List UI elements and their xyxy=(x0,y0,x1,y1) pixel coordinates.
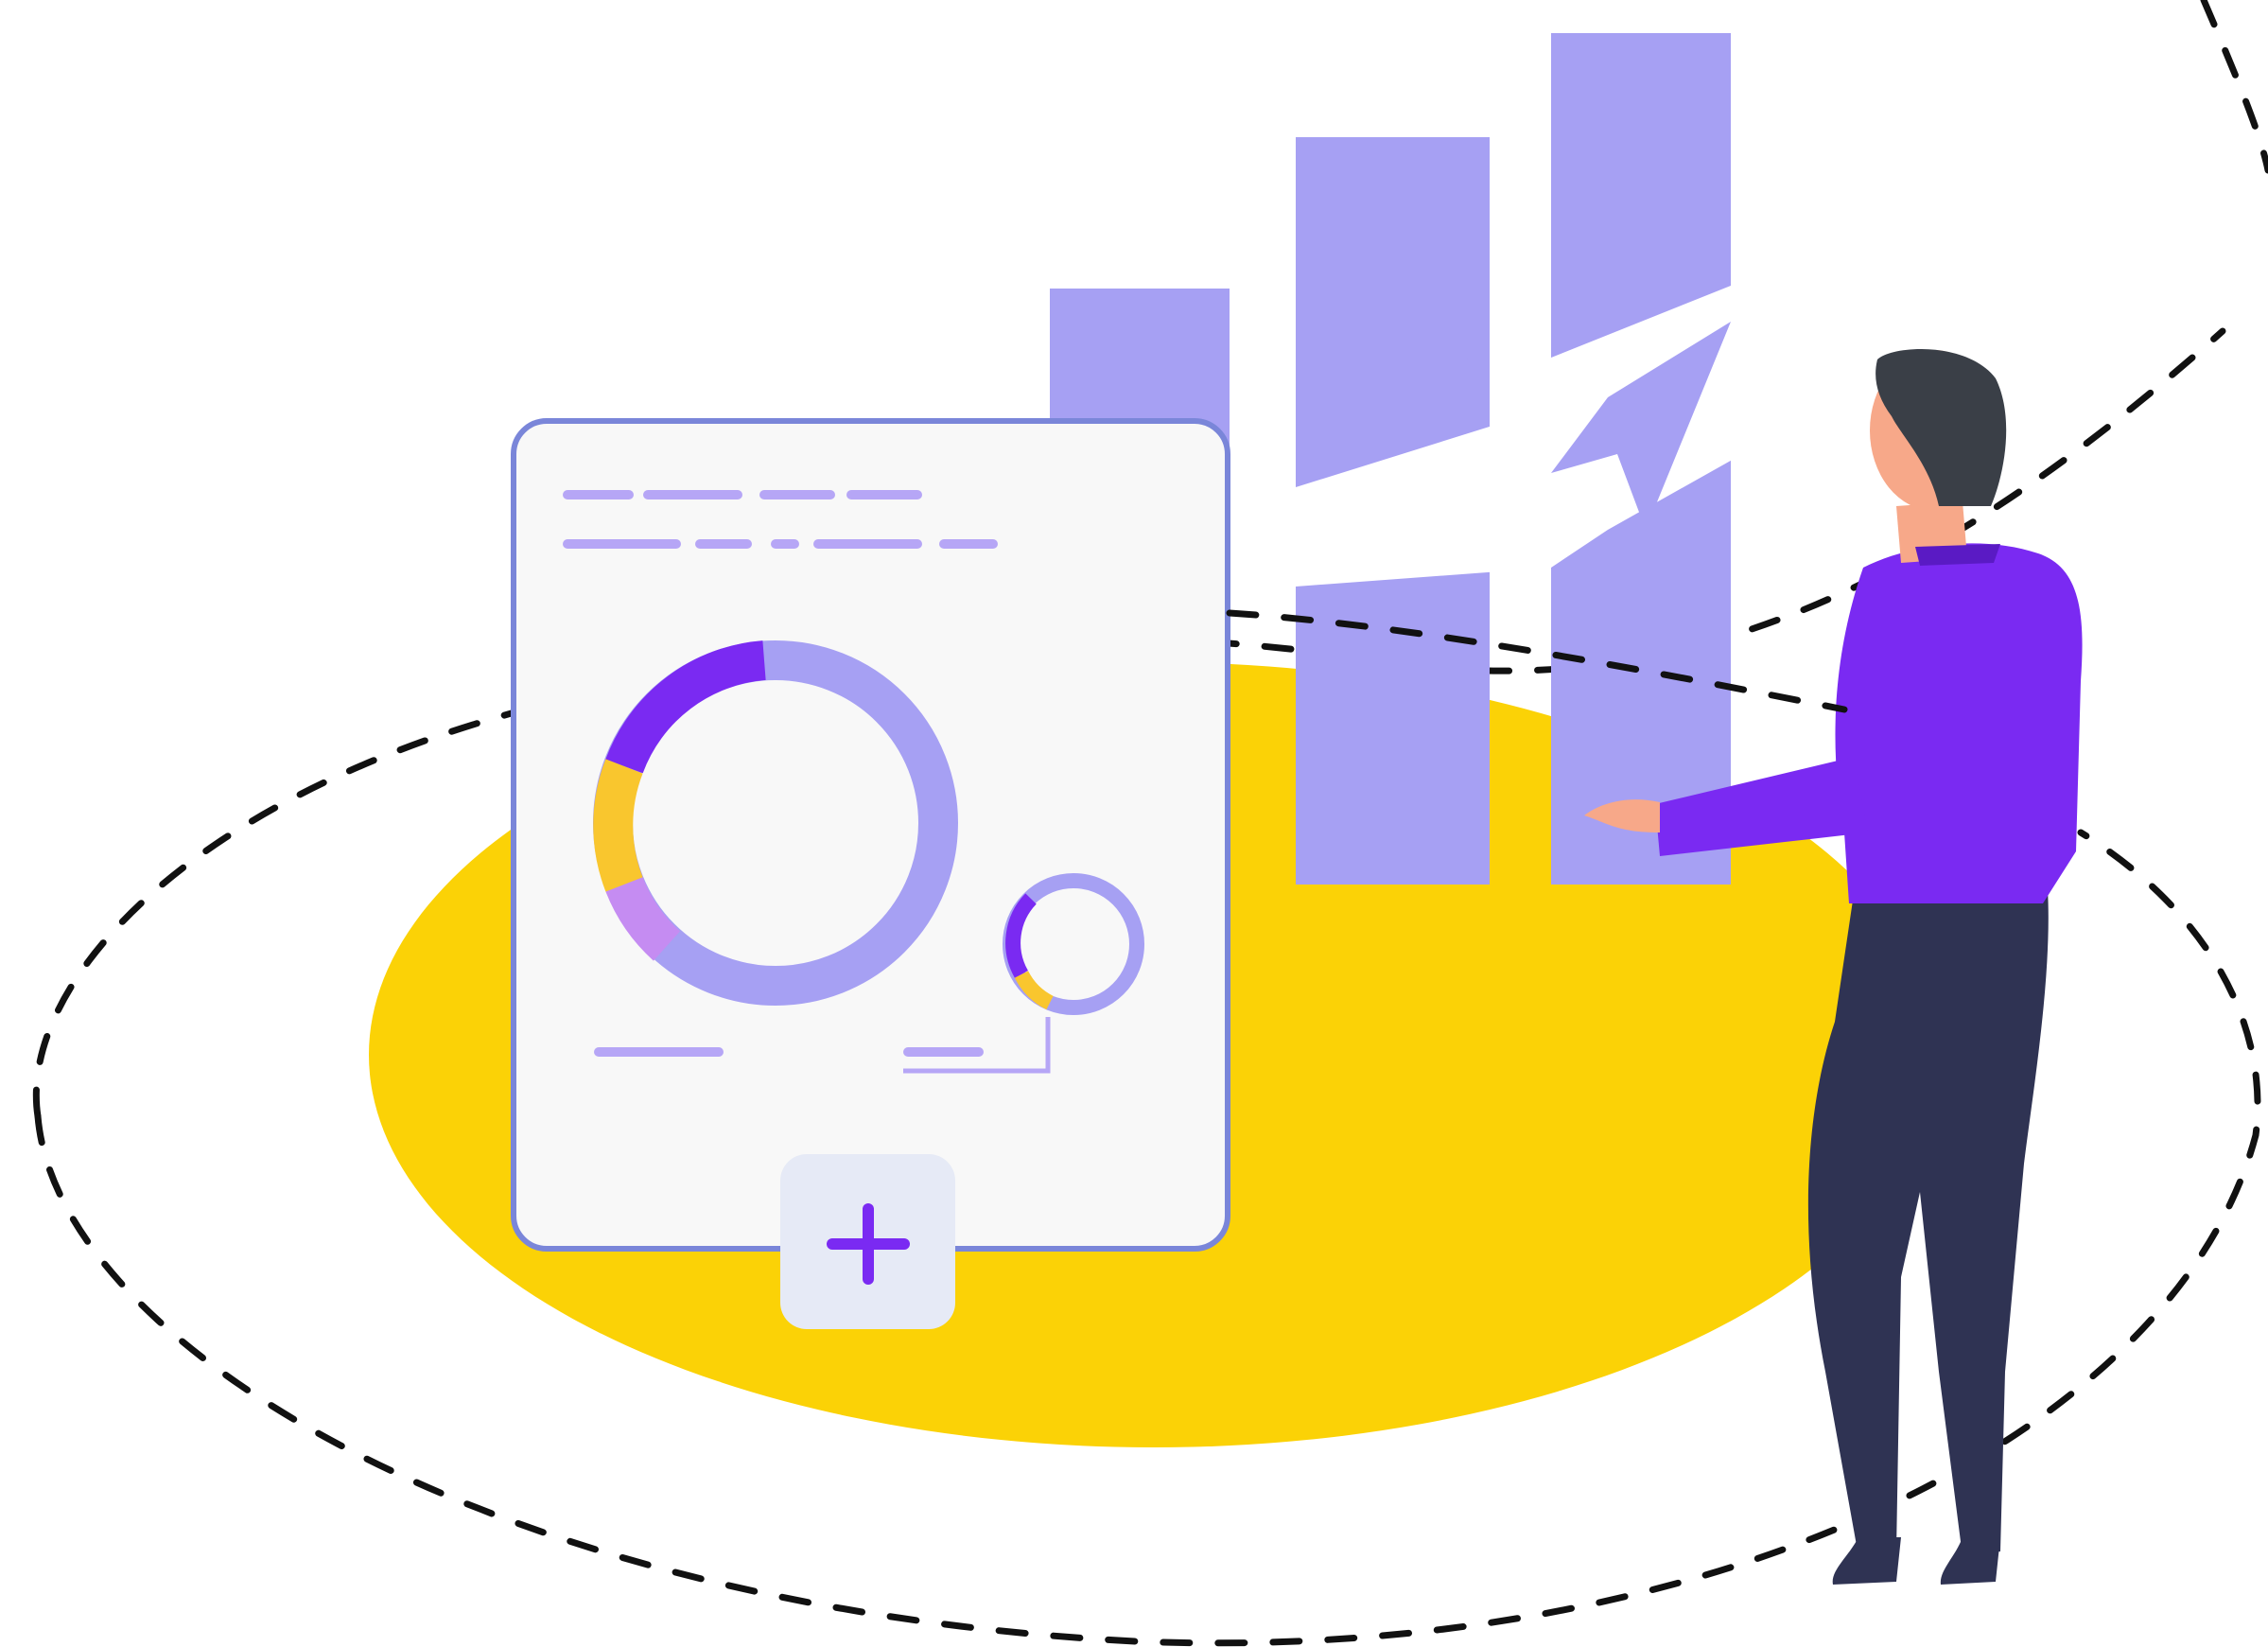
analytics-illustration xyxy=(32,0,2268,1647)
dashboard-card xyxy=(511,418,1230,1252)
illustration-scene xyxy=(0,0,2268,1647)
add-button[interactable] xyxy=(780,1154,955,1329)
